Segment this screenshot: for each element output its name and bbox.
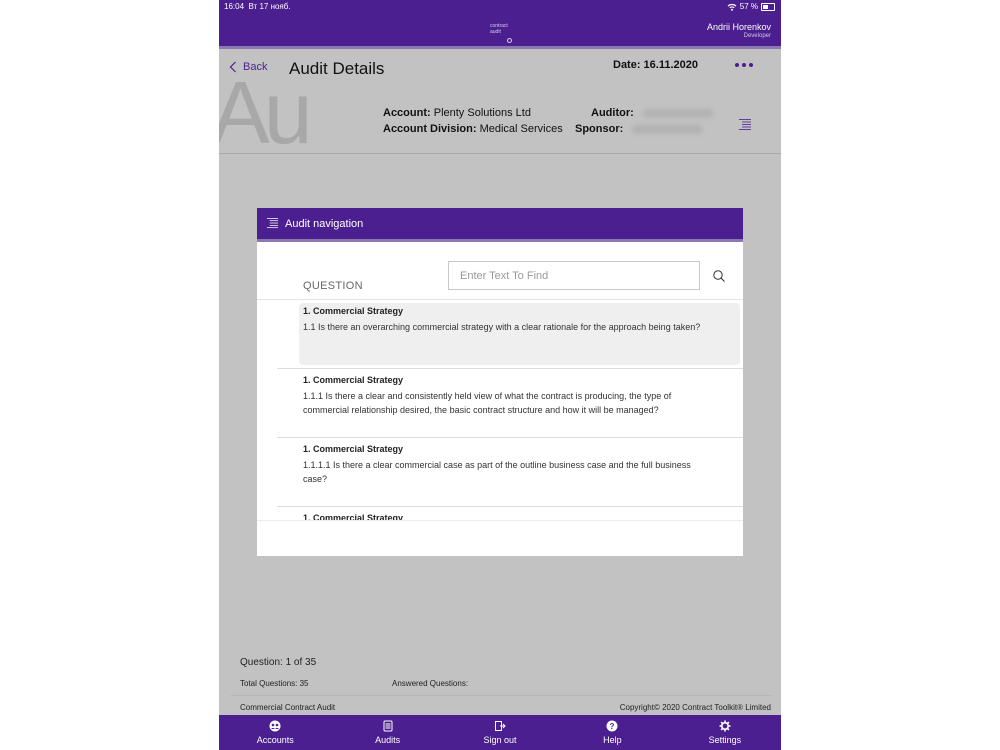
question-text: 1.1.1 Is there a clear and consistently …	[303, 391, 672, 415]
auditor-value-redacted	[642, 108, 713, 118]
dialog-title: Audit navigation	[285, 217, 364, 230]
svg-text:?: ?	[610, 722, 615, 731]
audits-icon	[383, 720, 393, 732]
division-value: Medical Services	[479, 123, 563, 135]
tab-label: Help	[603, 735, 622, 745]
sponsor-label: Sponsor:	[575, 123, 624, 135]
user-name: Andrii Horenkov	[706, 22, 771, 32]
tab-audits[interactable]: Audits	[331, 715, 443, 750]
audit-navigation-dialog: Audit navigation QUESTION 1. Commercial …	[257, 208, 743, 556]
page-title: Audit Details	[289, 59, 385, 78]
app-top-bar: contract audit Andrii Horenkov Developer	[219, 14, 781, 49]
tab-label: Settings	[708, 735, 742, 745]
tab-label: Sign out	[483, 735, 517, 745]
tab-accounts[interactable]: Accounts	[219, 715, 331, 750]
question-text: 1.1.1.1 Is there a clear commercial case…	[303, 460, 691, 484]
more-dot-icon	[749, 63, 753, 67]
app-name: Commercial Contract Audit	[240, 703, 336, 712]
question-column-header: QUESTION	[303, 280, 363, 292]
navigation-list-icon[interactable]	[738, 118, 752, 132]
user-profile[interactable]: Andrii Horenkov Developer	[707, 22, 771, 39]
back-button[interactable]: Back	[229, 61, 267, 73]
division-info: Account Division: Medical Services	[383, 123, 563, 135]
settings-icon	[719, 720, 731, 732]
help-icon: ?	[606, 720, 618, 732]
tab-label: Accounts	[256, 735, 294, 745]
user-role: Developer	[743, 33, 771, 39]
question-list[interactable]: 1. Commercial Strategy 1.1 Is there an o…	[257, 299, 743, 521]
bottom-tab-bar: Accounts Audits Sign out ? Help Settings	[219, 715, 781, 750]
status-bar: 16:04 Вт 17 нояб. 57 %	[219, 0, 781, 14]
answered-questions: Answered Questions:	[392, 679, 469, 688]
question-section: 1. Commercial Strategy	[303, 444, 404, 454]
accounts-icon	[269, 720, 281, 732]
status-time: 16:04	[224, 2, 245, 11]
question-counter: Question: 1 of 35	[240, 657, 317, 668]
auditor-info: Auditor:	[591, 107, 713, 119]
sponsor-info: Sponsor:	[575, 123, 703, 135]
status-right: 57 %	[727, 2, 775, 11]
tab-help[interactable]: ? Help	[556, 715, 668, 750]
status-date: Вт 17 нояб.	[248, 2, 291, 11]
total-questions: Total Questions: 35	[240, 679, 309, 688]
search-input[interactable]	[448, 261, 700, 290]
more-dot-icon	[742, 63, 746, 67]
app-logo: contract audit	[490, 23, 508, 35]
ipad-screen: 16:04 Вт 17 нояб. 57 % contract audit An…	[219, 0, 781, 750]
dialog-footer	[257, 520, 743, 556]
question-item[interactable]: 1. Commercial Strategy 1.1.1 Is there a …	[277, 369, 743, 438]
title-watermark: Au	[219, 63, 313, 162]
battery-icon	[761, 2, 775, 11]
navigation-list-icon	[266, 218, 279, 229]
divider	[231, 695, 771, 696]
audit-header: Au Back Audit Details Date: 16.11.2020 A…	[219, 49, 781, 162]
account-info: Account: Plenty Solutions Ltd	[383, 107, 531, 119]
sign-out-icon	[495, 721, 506, 731]
division-label: Account Division:	[383, 123, 477, 135]
logo-dot-icon	[507, 38, 512, 43]
more-dot-icon	[735, 63, 739, 67]
question-item[interactable]: 1. Commercial Strategy 1.1.1.1 Is there …	[277, 438, 743, 507]
auditor-label: Auditor:	[591, 107, 634, 119]
sponsor-value-redacted	[632, 124, 703, 134]
battery-percent: 57 %	[739, 2, 758, 11]
logo-line-2: audit	[490, 29, 501, 35]
back-label: Back	[243, 61, 268, 73]
search-icon[interactable]	[712, 269, 726, 283]
status-time-date: 16:04 Вт 17 нояб.	[224, 2, 291, 11]
account-label: Account:	[383, 107, 431, 119]
question-section: 1. Commercial Strategy	[303, 375, 404, 385]
tab-settings[interactable]: Settings	[669, 715, 781, 750]
audit-date: Date: 16.11.2020	[613, 59, 699, 71]
question-item[interactable]: 1. Commercial Strategy	[277, 507, 743, 521]
chevron-left-icon	[229, 61, 236, 73]
tab-sign-out[interactable]: Sign out	[444, 715, 556, 750]
account-value: Plenty Solutions Ltd	[433, 107, 531, 119]
copyright-text: Copyright© 2020 Contract Toolkit® Limite…	[619, 703, 771, 712]
question-text: 1.1 Is there an overarching commercial s…	[303, 322, 701, 332]
question-section: 1. Commercial Strategy	[303, 306, 404, 316]
question-item[interactable]: 1. Commercial Strategy 1.1 Is there an o…	[277, 300, 743, 369]
tab-label: Audits	[375, 735, 401, 745]
dialog-header: Audit navigation	[257, 208, 743, 242]
wifi-icon	[727, 3, 737, 11]
more-options-button[interactable]	[735, 63, 753, 67]
